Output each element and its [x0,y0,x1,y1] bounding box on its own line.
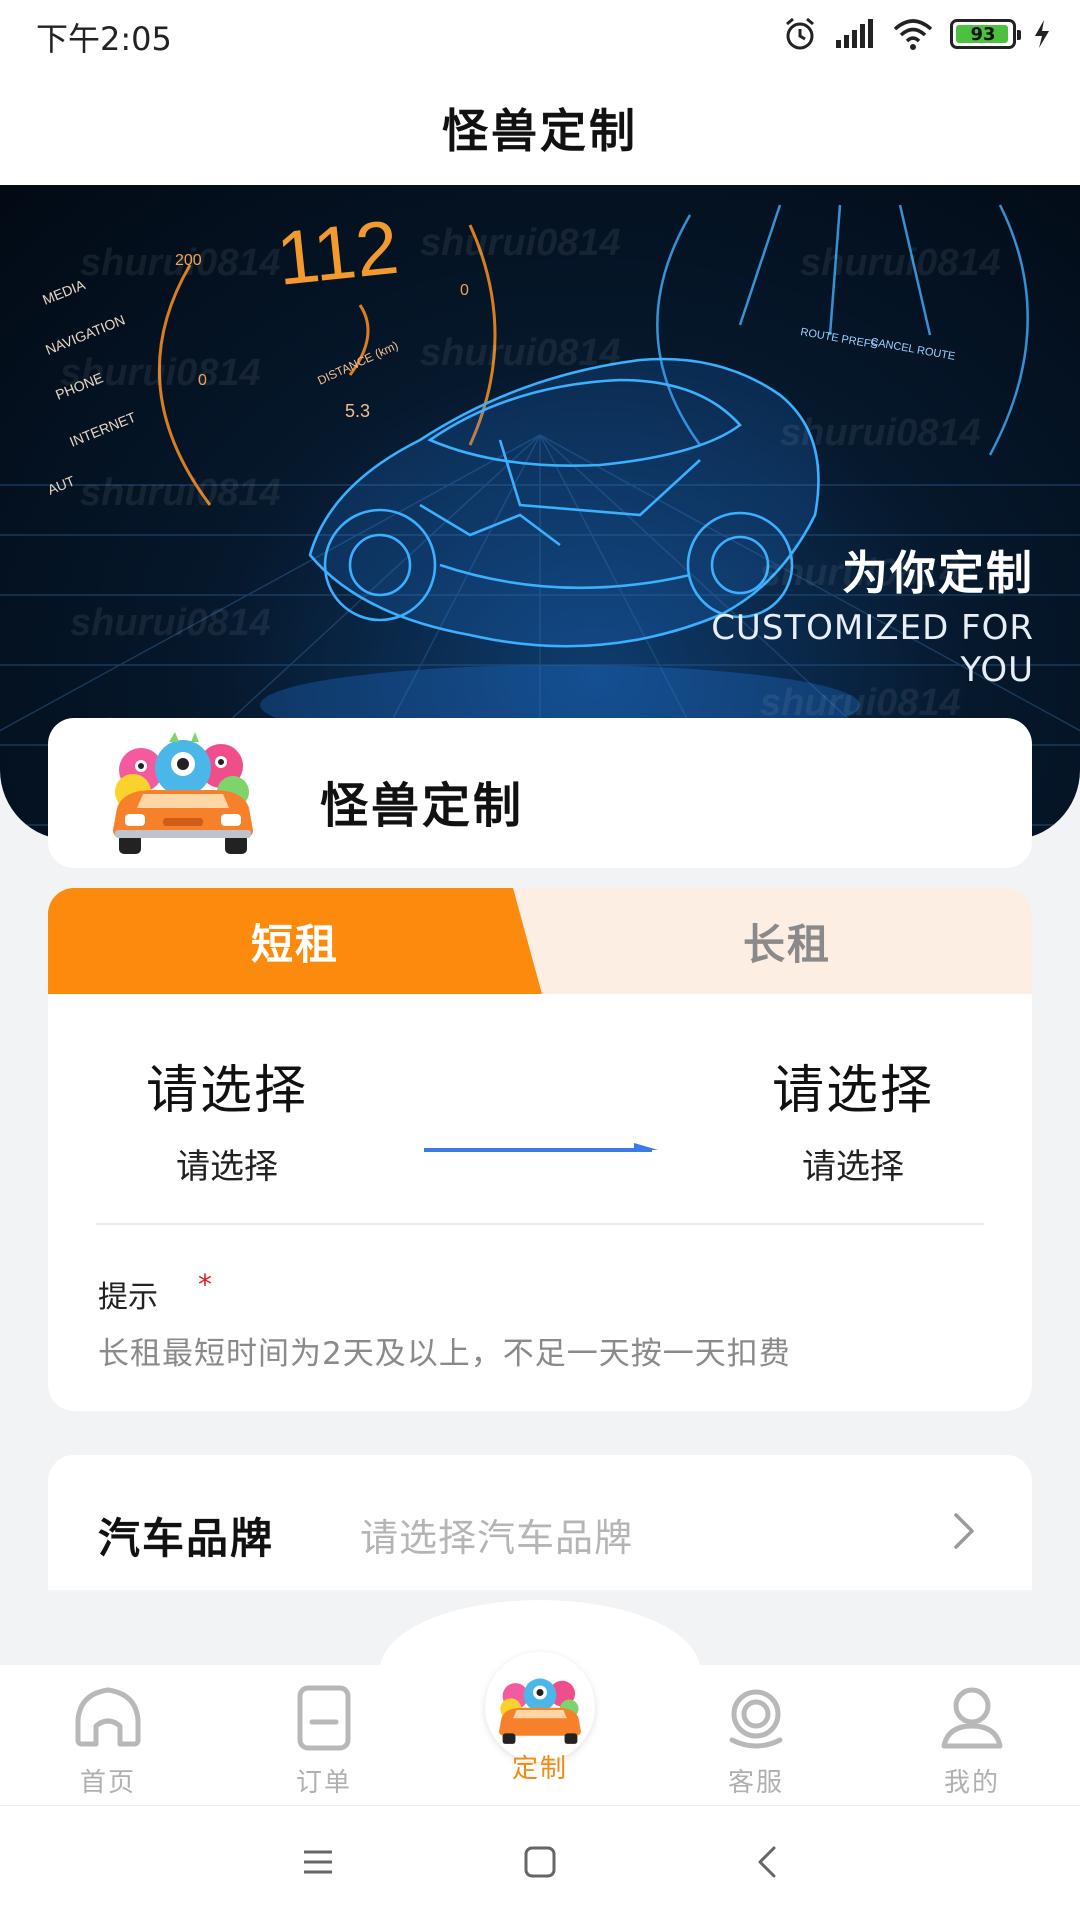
tabbar-home[interactable]: 首页 [38,1680,178,1810]
arrow-right-icon [424,1143,658,1152]
battery-indicator: 93 [950,19,1021,49]
app-header: 怪兽定制 [0,70,1080,185]
rental-tabs: 短租 长租 [48,888,1032,994]
tabbar-custom[interactable]: 定制 [470,1742,610,1802]
wifi-icon [893,19,933,50]
car-brand-placeholder: 请选择汽车品牌 [360,1516,634,1560]
tab-short-rent[interactable]: 短租 [48,888,542,994]
cancel-route-label: CANCEL ROUTE [869,336,956,363]
dash-menu-3: INTERNET [67,409,138,450]
car-brand-label: 汽车品牌 [98,1514,275,1563]
svg-text:shurui0814: shurui0814 [800,242,1001,284]
status-time: 下午2:05 [36,20,172,58]
end-date-subtitle: 请选择 [802,1147,904,1187]
rental-card: 短租 长租 请选择 请选择 请选择 请选择 提示 * 长租最短时间为2天及以上，… [48,888,1032,1411]
svg-text:shurui0814: shurui0814 [420,332,621,374]
back-icon[interactable] [752,1844,782,1880]
start-date-picker[interactable]: 请选择 请选择 [112,1048,342,1188]
tabbar-service[interactable]: 客服 [686,1680,826,1810]
system-navigation-bar [0,1805,1080,1920]
tip-label: 提示 [98,1280,158,1315]
alarm-icon [786,17,814,50]
svg-text:shurui0814: shurui0814 [420,222,621,264]
status-icons: 93 [782,14,1052,54]
tabbar-orders[interactable]: 订单 [254,1680,394,1810]
banner-slogan-en: CUSTOMIZED FOR YOU [711,608,1034,690]
brand-name: 怪兽定制 [320,778,525,834]
tabbar-home-label: 首页 [79,1768,136,1798]
end-date-picker[interactable]: 请选择 请选择 [738,1048,968,1188]
home-square-icon[interactable] [522,1844,558,1880]
required-marker: * [198,1268,212,1301]
brand-card: 怪兽定制 [48,718,1032,868]
tab-long-rent[interactable]: 长租 [542,888,1032,994]
svg-text:shurui0814: shurui0814 [80,472,281,514]
tip-text: 长租最短时间为2天及以上，不足一天按一天扣费 [98,1336,791,1372]
dash-menu-1: NAVIGATION [43,311,127,357]
order-icon [297,1685,351,1751]
svg-text:0: 0 [460,282,469,299]
tabbar-profile-label: 我的 [943,1768,1000,1798]
start-date-subtitle: 请选择 [176,1147,278,1187]
tabbar-custom-label: 定制 [511,1754,568,1784]
tabbar-orders-label: 订单 [295,1768,352,1798]
chevron-right-icon [954,1513,974,1549]
car-brand-selector[interactable]: 汽车品牌 请选择汽车品牌 [48,1455,1032,1590]
monster-car-logo [113,732,253,854]
signal-icon [836,19,873,48]
menu-icon[interactable] [300,1844,336,1880]
route-prefs-label: ROUTE PREFS [799,326,878,351]
home-icon [75,1687,141,1747]
battery-level: 93 [970,23,996,45]
status-bar: 下午2:05 93 [0,0,1080,70]
svg-text:shurui0814: shurui0814 [60,352,261,394]
page-title: 怪兽定制 [442,103,638,158]
dash-menu-4: AUT [45,472,77,497]
dash-distance-label: DISTANCE (km) [315,338,400,388]
watermark-text: shurui0814 [80,242,281,284]
tabbar-profile[interactable]: 我的 [902,1680,1042,1810]
divider [96,1223,984,1225]
banner-slogan-cn: 为你定制 [842,546,1034,600]
svg-text:shurui0814: shurui0814 [70,602,271,644]
customer-service-icon [729,1689,783,1749]
start-date-title: 请选择 [145,1061,308,1121]
end-date-title: 请选择 [771,1061,934,1121]
dash-distance-value: 5.3 [345,401,370,421]
user-icon [941,1687,1003,1749]
charging-icon [1035,20,1049,48]
tabbar-service-label: 客服 [727,1768,784,1798]
dash-speed: 112 [273,205,402,302]
svg-text:shurui0814: shurui0814 [780,412,981,454]
